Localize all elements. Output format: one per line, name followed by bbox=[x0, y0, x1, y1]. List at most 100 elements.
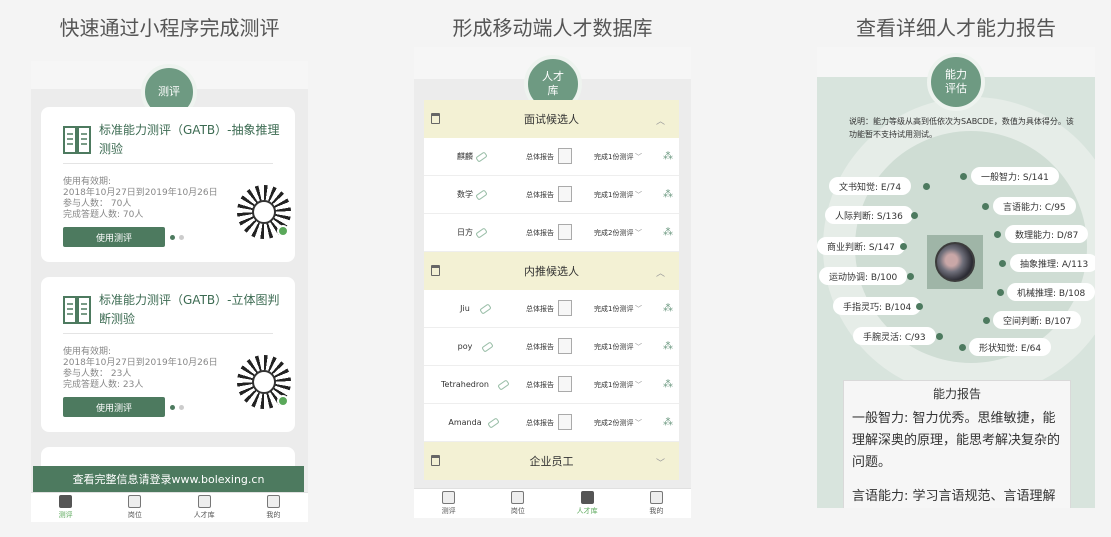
caption-ability-report: 查看详细人才能力报告 bbox=[856, 16, 1056, 40]
ability-label: 形状知觉: E/64 bbox=[979, 343, 1042, 354]
chevron-up-icon[interactable]: ︿ bbox=[656, 114, 665, 127]
report-paragraph: 一般智力: 智力优秀。思维敏捷，能理解深奥的原理，能思考解决复杂的问题。 bbox=[852, 411, 1061, 470]
tab-label: 测评 bbox=[441, 507, 456, 515]
validity-value: 2018年10月27日到2019年10月26日 bbox=[63, 188, 218, 198]
candidate-row[interactable]: Jiu 总体报告 完成1份测评 ﹀ ⁂ bbox=[424, 290, 679, 328]
tab-label: 岗位 bbox=[127, 511, 142, 519]
candidate-row[interactable]: poy 总体报告 完成1份测评 ﹀ ⁂ bbox=[424, 328, 679, 366]
candidate-name: 麒麟 bbox=[457, 152, 473, 161]
candidate-name: Tetrahedron bbox=[441, 380, 489, 389]
ability-dot bbox=[907, 273, 914, 280]
hierarchy-icon[interactable]: ⁂ bbox=[663, 227, 673, 238]
chevron-down-icon[interactable]: ﹀ bbox=[635, 304, 642, 314]
caption-talent-pool: 形成移动端人才数据库 bbox=[452, 16, 653, 40]
overall-report-link[interactable]: 总体报告 bbox=[526, 418, 554, 428]
document-icon[interactable] bbox=[558, 300, 572, 316]
ability-dot bbox=[999, 260, 1006, 267]
ability-dot bbox=[916, 303, 923, 310]
validity-value: 2018年10月27日到2019年10月26日 bbox=[63, 358, 218, 368]
ability-label: 商业判断: S/147 bbox=[827, 242, 895, 253]
overall-report-link[interactable]: 总体报告 bbox=[526, 380, 554, 390]
trash-icon[interactable] bbox=[431, 265, 440, 276]
hierarchy-icon[interactable]: ⁂ bbox=[663, 189, 673, 200]
ability-dot bbox=[959, 344, 966, 351]
tab-assessment[interactable]: 测评 bbox=[31, 493, 100, 522]
status-text: 完成1份测评 bbox=[594, 342, 634, 351]
document-icon[interactable] bbox=[558, 338, 572, 354]
tab-mine[interactable]: 我的 bbox=[239, 493, 308, 522]
ability-label: 运动协调: B/100 bbox=[829, 272, 898, 283]
trash-icon[interactable] bbox=[431, 455, 440, 466]
tab-bar: 测评 岗位 人才库 我的 bbox=[31, 492, 308, 522]
group-header[interactable]: 面试候选人 ︿ bbox=[424, 100, 679, 138]
tab-talent-pool[interactable]: 人才库 bbox=[553, 489, 622, 518]
assessment-title: 标准能力测评（GATB）-立体图判断测验 bbox=[99, 293, 280, 326]
tab-label: 岗位 bbox=[510, 507, 525, 515]
tab-bar: 测评 岗位 人才库 我的 bbox=[414, 488, 691, 518]
document-icon[interactable] bbox=[558, 148, 572, 164]
chevron-down-icon[interactable]: ﹀ bbox=[635, 342, 642, 352]
carousel-dots bbox=[170, 405, 184, 410]
ability-pill: 抽象推理: A/113 bbox=[1010, 254, 1095, 272]
ability-pill: 人际判断: S/136 bbox=[825, 206, 913, 224]
tab-mine[interactable]: 我的 bbox=[622, 489, 691, 518]
hierarchy-icon[interactable]: ⁂ bbox=[663, 151, 673, 162]
candidate-row[interactable]: 数学 总体报告 完成1份测评 ﹀ ⁂ bbox=[424, 176, 679, 214]
tab-positions[interactable]: 岗位 bbox=[483, 489, 552, 518]
phone-assessment: 测评 标准能力测评（GATB）-抽象推理测验 使用有效期: 2018年10月27… bbox=[31, 61, 308, 522]
group-name: 面试候选人 bbox=[524, 113, 579, 126]
chevron-down-icon[interactable]: ﹀ bbox=[635, 418, 642, 428]
login-banner[interactable]: 查看完整信息请登录www.bolexing.cn bbox=[33, 466, 304, 492]
document-icon[interactable] bbox=[558, 224, 572, 240]
assessment-card[interactable]: 标准能力测评（GATB）-抽象推理测验 使用有效期: 2018年10月27日到2… bbox=[41, 107, 295, 262]
overall-report-link[interactable]: 总体报告 bbox=[526, 190, 554, 200]
tab-assessment[interactable]: 测评 bbox=[414, 489, 483, 518]
candidate-row[interactable]: 日方 总体报告 完成2份测评 ﹀ ⁂ bbox=[424, 214, 679, 252]
report-body: 一般智力: 智力优秀。思维敏捷，能理解深奥的原理，能思考解决复杂的问题。 言语能… bbox=[844, 402, 1070, 508]
use-assessment-button[interactable]: 使用测评 bbox=[63, 227, 165, 247]
document-icon[interactable] bbox=[558, 376, 572, 392]
status-text: 完成2份测评 bbox=[594, 418, 634, 427]
document-icon[interactable] bbox=[558, 414, 572, 430]
chevron-down-icon[interactable]: ﹀ bbox=[635, 152, 642, 162]
hierarchy-icon[interactable]: ⁂ bbox=[663, 417, 673, 428]
group-header[interactable]: 内推候选人 ︿ bbox=[424, 252, 679, 290]
overall-report-link[interactable]: 总体报告 bbox=[526, 152, 554, 162]
hierarchy-icon[interactable]: ⁂ bbox=[663, 379, 673, 390]
ability-label: 言语能力: C/95 bbox=[1003, 202, 1066, 213]
ability-dot bbox=[911, 212, 918, 219]
avatar bbox=[927, 235, 983, 289]
overall-report-link[interactable]: 总体报告 bbox=[526, 304, 554, 314]
chevron-down-icon[interactable]: ﹀ bbox=[656, 456, 665, 469]
ability-pill: 空间判断: B/107 bbox=[993, 311, 1082, 329]
ability-badge: 能力 评估 bbox=[927, 53, 985, 111]
document-icon[interactable] bbox=[558, 186, 572, 202]
ability-label: 手腕灵活: C/93 bbox=[863, 332, 926, 343]
participants-count: 参与人数： 23人 bbox=[63, 369, 132, 379]
use-assessment-button[interactable]: 使用测评 bbox=[63, 397, 165, 417]
phone-talent-pool: 人才库 面试候选人 ︿ 麒麟 总体报告 完成1份测评 ﹀ ⁂ 数学 总体报告 完… bbox=[414, 47, 691, 518]
hierarchy-icon[interactable]: ⁂ bbox=[663, 341, 673, 352]
chart-icon bbox=[197, 495, 211, 508]
tab-label: 我的 bbox=[266, 511, 281, 519]
candidate-row[interactable]: 麒麟 总体报告 完成1份测评 ﹀ ⁂ bbox=[424, 138, 679, 176]
assessment-card[interactable]: 标准能力测评（GATB）-立体图判断测验 使用有效期: 2018年10月27日到… bbox=[41, 277, 295, 432]
overall-report-link[interactable]: 总体报告 bbox=[526, 342, 554, 352]
chevron-down-icon[interactable]: ﹀ bbox=[635, 228, 642, 238]
candidate-row[interactable]: Amanda 总体报告 完成2份测评 ﹀ ⁂ bbox=[424, 404, 679, 442]
overall-report-link[interactable]: 总体报告 bbox=[526, 228, 554, 238]
chevron-down-icon[interactable]: ﹀ bbox=[635, 190, 642, 200]
hierarchy-icon[interactable]: ⁂ bbox=[663, 303, 673, 314]
chevron-up-icon[interactable]: ︿ bbox=[656, 266, 665, 279]
candidate-row[interactable]: Tetrahedron 总体报告 完成1份测评 ﹀ ⁂ bbox=[424, 366, 679, 404]
trash-icon[interactable] bbox=[431, 113, 440, 124]
tab-positions[interactable]: 岗位 bbox=[100, 493, 169, 522]
report-paragraph: 言语能力: 学习言语规范、言语理解和 bbox=[852, 489, 1056, 504]
group-name: 企业员工 bbox=[529, 455, 574, 468]
ability-label: 抽象推理: A/113 bbox=[1020, 259, 1089, 270]
tab-talent-pool[interactable]: 人才库 bbox=[170, 493, 239, 522]
ability-pill: 手指灵巧: B/104 bbox=[833, 297, 922, 315]
talent-list: 面试候选人 ︿ 麒麟 总体报告 完成1份测评 ﹀ ⁂ 数学 总体报告 完成1份测… bbox=[424, 100, 679, 480]
group-header[interactable]: 企业员工 ﹀ bbox=[424, 442, 679, 480]
chevron-down-icon[interactable]: ﹀ bbox=[635, 380, 642, 390]
